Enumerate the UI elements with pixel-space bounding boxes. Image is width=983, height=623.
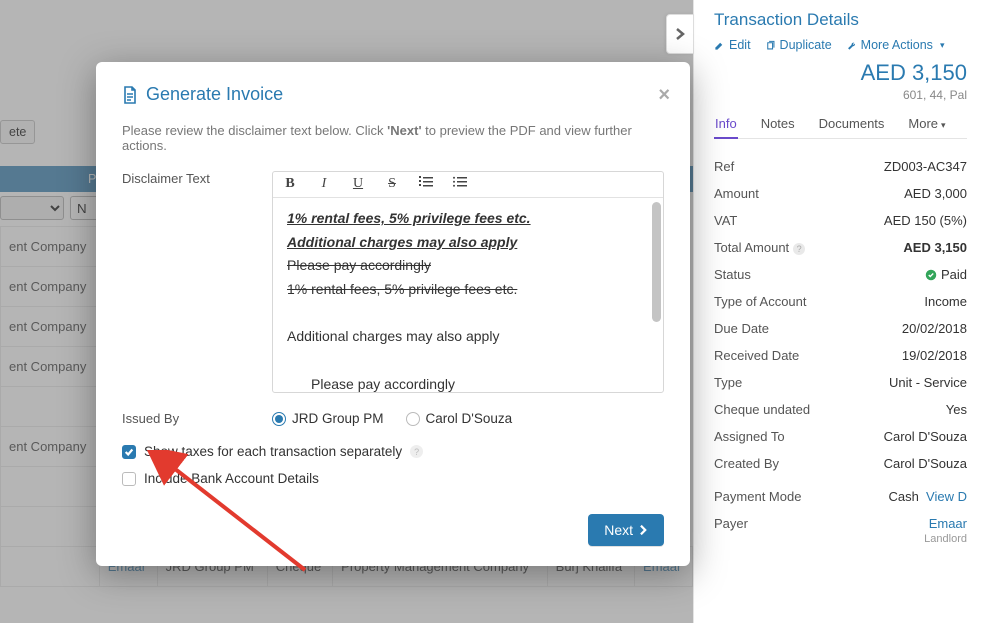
tab-documents[interactable]: Documents (818, 116, 886, 138)
chevron-down-icon: ▾ (940, 40, 945, 51)
ref-value: ZD003-AC347 (884, 159, 967, 174)
createdby-value: Carol D'Souza (884, 456, 967, 471)
detail-tabs: Info Notes Documents More▾ (714, 116, 967, 139)
paymentmode-label: Payment Mode (714, 489, 801, 504)
next-button[interactable]: Next (588, 514, 664, 546)
bold-button[interactable]: B (281, 176, 299, 193)
panel-title: Transaction Details (714, 10, 967, 30)
amount-label: Amount (714, 186, 759, 201)
amount-value: AED 3,000 (904, 186, 967, 201)
total-amount-value: AED 3,150 (903, 240, 967, 255)
checkbox-icon (122, 445, 136, 459)
help-icon[interactable]: ? (793, 243, 805, 255)
show-taxes-checkbox-row[interactable]: Show taxes for each transaction separate… (122, 444, 664, 459)
paymentmode-value: Cash View D (888, 489, 967, 504)
panel-actions: Edit Duplicate More Actions▾ (714, 38, 967, 52)
wrench-icon (846, 40, 857, 51)
issued-by-option-company[interactable]: JRD Group PM (272, 411, 384, 426)
receiveddate-label: Received Date (714, 348, 799, 363)
view-payment-link[interactable]: View D (926, 489, 967, 504)
check-circle-icon (925, 269, 937, 281)
editor-toolbar: B I U S (273, 172, 663, 198)
cheque-label: Cheque undated (714, 402, 810, 417)
detail-list: Ref ZD003-AC347 Amount AED 3,000 VAT AED 15… (714, 153, 967, 545)
total-amount: AED 3,150 (714, 60, 967, 86)
duplicate-icon (765, 40, 776, 51)
receiveddate-value: 19/02/2018 (902, 348, 967, 363)
payer-role: Landlord (714, 533, 967, 545)
show-taxes-label: Show taxes for each transaction separate… (144, 444, 402, 459)
close-icon[interactable]: × (658, 84, 670, 107)
issued-by-label: Issued By (122, 411, 272, 426)
disclaimer-label: Disclaimer Text (122, 171, 272, 393)
document-icon (122, 86, 138, 104)
disclaimer-editor[interactable]: B I U S 1% rental fees, 5% privilege fee… (272, 171, 664, 393)
include-bank-label: Include Bank Account Details (144, 471, 319, 486)
ordered-list-button[interactable] (417, 176, 435, 193)
transaction-details-panel: Transaction Details Edit Duplicate More … (693, 0, 983, 623)
issued-by-option-person[interactable]: Carol D'Souza (406, 411, 513, 426)
edit-action[interactable]: Edit (714, 38, 751, 52)
modal-title: Generate Invoice (122, 84, 664, 105)
vat-value: AED 150 (5%) (884, 213, 967, 228)
unordered-list-button[interactable] (451, 176, 469, 193)
editor-content[interactable]: 1% rental fees, 5% privilege fees etc. A… (273, 198, 663, 392)
ref-label: Ref (714, 159, 734, 174)
more-actions[interactable]: More Actions▾ (846, 38, 945, 52)
total-amount-label: Total Amount? (714, 240, 805, 255)
chevron-right-icon (673, 27, 687, 41)
tab-info[interactable]: Info (714, 116, 738, 139)
status-label: Status (714, 267, 751, 282)
modal-intro: Please review the disclaimer text below.… (122, 123, 664, 153)
assignedto-label: Assigned To (714, 429, 785, 444)
duedate-value: 20/02/2018 (902, 321, 967, 336)
scrollbar[interactable] (652, 202, 661, 322)
generate-invoice-modal: Generate Invoice × Please review the dis… (96, 62, 690, 566)
radio-icon (406, 412, 420, 426)
type-value[interactable]: Unit - Service (889, 375, 967, 390)
checkbox-icon (122, 472, 136, 486)
caret-down-icon: ▾ (941, 120, 946, 130)
help-icon[interactable]: ? (410, 445, 423, 458)
amount-subtitle: 601, 44, Pal (714, 88, 967, 102)
tab-more[interactable]: More▾ (907, 116, 946, 138)
status-value: Paid (925, 267, 967, 282)
strike-button[interactable]: S (383, 176, 401, 193)
radio-icon (272, 412, 286, 426)
tab-notes[interactable]: Notes (760, 116, 796, 138)
typeofaccount-value: Income (924, 294, 967, 309)
payer-link[interactable]: Emaar (929, 516, 967, 531)
assignedto-value: Carol D'Souza (884, 429, 967, 444)
duedate-label: Due Date (714, 321, 769, 336)
italic-button[interactable]: I (315, 176, 333, 193)
type-label: Type (714, 375, 742, 390)
duplicate-action[interactable]: Duplicate (765, 38, 832, 52)
underline-button[interactable]: U (349, 176, 367, 193)
createdby-label: Created By (714, 456, 779, 471)
chevron-right-icon (639, 524, 648, 536)
cheque-value: Yes (946, 402, 967, 417)
edit-icon (714, 40, 725, 51)
payer-value: Emaar (929, 516, 967, 531)
include-bank-checkbox-row[interactable]: Include Bank Account Details (122, 471, 664, 486)
vat-label: VAT (714, 213, 737, 228)
collapse-panel-button[interactable] (666, 14, 694, 54)
typeofaccount-label: Type of Account (714, 294, 807, 309)
amount-summary: AED 3,150 601, 44, Pal (714, 60, 967, 102)
payer-label: Payer (714, 516, 748, 531)
